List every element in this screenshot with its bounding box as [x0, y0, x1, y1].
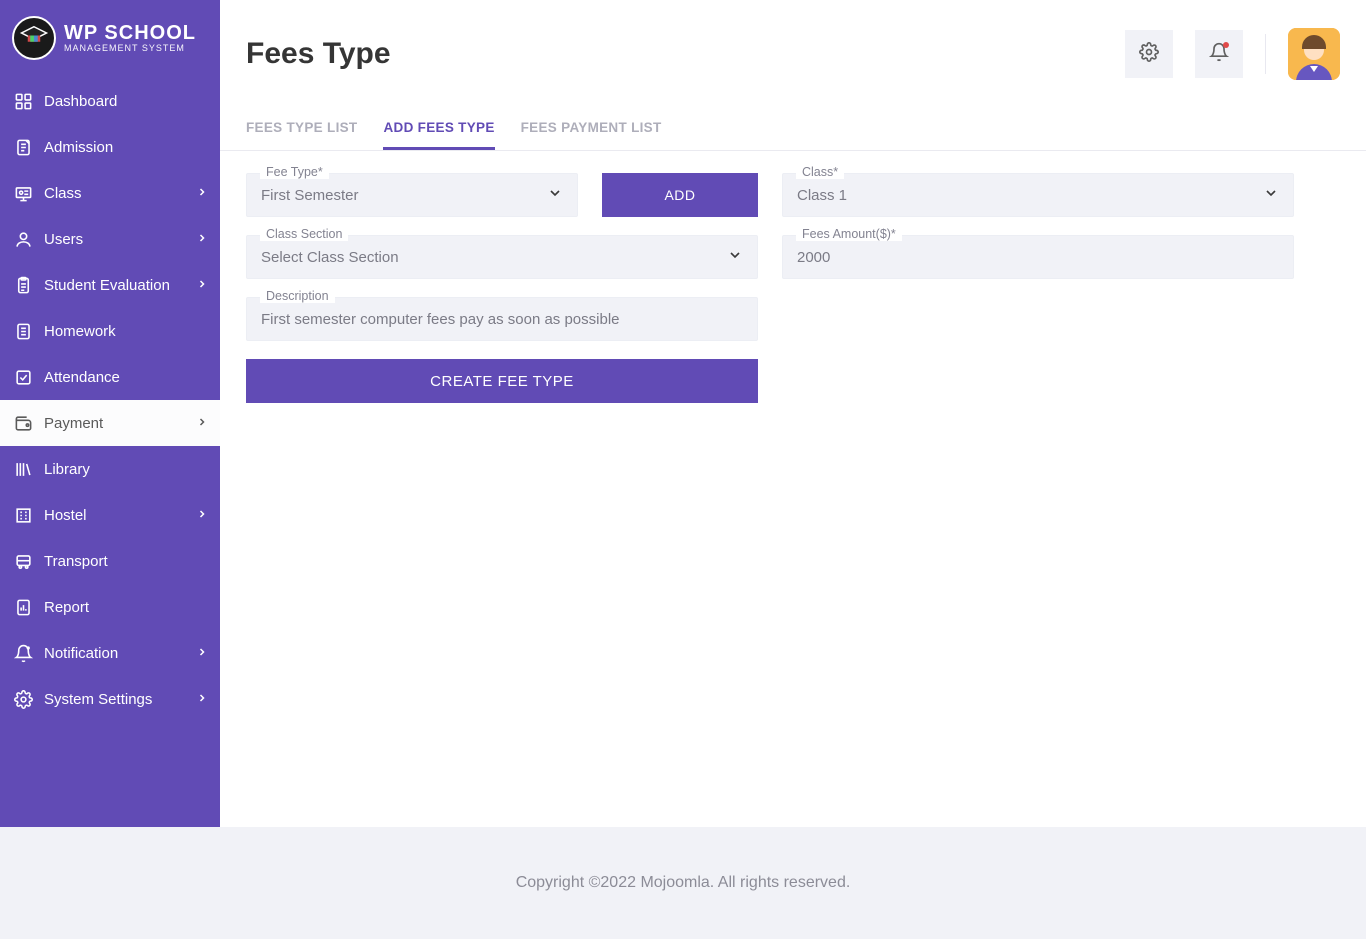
transport-icon	[12, 550, 34, 572]
fee-type-field: Fee Type* First Semester	[246, 173, 578, 217]
tab-fees-type-list[interactable]: FEES TYPE LIST	[246, 110, 357, 150]
sidebar-item-label: Hostel	[44, 507, 196, 524]
class-icon	[12, 182, 34, 204]
sidebar-item-class[interactable]: Class	[0, 170, 220, 216]
chevron-right-icon	[196, 185, 208, 202]
footer-text: Copyright ©2022 Mojoomla. All rights res…	[516, 874, 851, 892]
chevron-down-icon	[547, 185, 563, 206]
fee-type-select[interactable]: First Semester	[246, 173, 578, 217]
sidebar-item-notification[interactable]: Notification	[0, 630, 220, 676]
admission-icon	[12, 136, 34, 158]
description-input[interactable]	[261, 311, 743, 328]
header-divider	[1265, 34, 1266, 74]
sidebar-item-label: Homework	[44, 323, 208, 340]
class-value: Class 1	[797, 187, 1263, 204]
sidebar-item-label: Dashboard	[44, 93, 208, 110]
page-header: Fees Type	[220, 0, 1366, 92]
sidebar-item-label: Transport	[44, 553, 208, 570]
class-field: Class* Class 1	[782, 173, 1294, 217]
sidebar-item-hostel[interactable]: Hostel	[0, 492, 220, 538]
sidebar-item-label: Report	[44, 599, 208, 616]
sidebar-item-label: System Settings	[44, 691, 196, 708]
class-select[interactable]: Class 1	[782, 173, 1294, 217]
sidebar-item-label: Admission	[44, 139, 208, 156]
sidebar-item-report[interactable]: Report	[0, 584, 220, 630]
fee-type-label: Fee Type*	[260, 165, 329, 179]
add-button[interactable]: ADD	[602, 173, 758, 217]
brand-title: WP SCHOOL	[64, 23, 196, 43]
avatar[interactable]	[1288, 28, 1340, 80]
notifications-button[interactable]	[1195, 30, 1243, 78]
settings-button[interactable]	[1125, 30, 1173, 78]
sidebar-item-payment[interactable]: Payment	[0, 400, 220, 446]
brand-logo[interactable]: WP SCHOOL MANAGEMENT SYSTEM	[0, 0, 220, 78]
main-content: Fees Type FEES TYPE LISTADD FEES TYPEFEE…	[220, 0, 1366, 827]
fee-type-value: First Semester	[261, 187, 547, 204]
sidebar-item-system-settings[interactable]: System Settings	[0, 676, 220, 722]
tab-add-fees-type[interactable]: ADD FEES TYPE	[383, 110, 494, 150]
class-section-select[interactable]: Select Class Section	[246, 235, 758, 279]
footer: Copyright ©2022 Mojoomla. All rights res…	[0, 827, 1366, 939]
sidebar-item-attendance[interactable]: Attendance	[0, 354, 220, 400]
attendance-icon	[12, 366, 34, 388]
sidebar-item-transport[interactable]: Transport	[0, 538, 220, 584]
chevron-right-icon	[196, 645, 208, 662]
settings-icon	[12, 688, 34, 710]
chevron-right-icon	[196, 277, 208, 294]
fees-amount-label: Fees Amount($)*	[796, 227, 902, 241]
create-fee-type-button[interactable]: CREATE FEE TYPE	[246, 359, 758, 403]
description-field: Description	[246, 297, 758, 341]
chevron-down-icon	[1263, 185, 1279, 206]
sidebar-item-label: Users	[44, 231, 196, 248]
homework-icon	[12, 320, 34, 342]
chevron-right-icon	[196, 691, 208, 708]
sidebar-item-admission[interactable]: Admission	[0, 124, 220, 170]
tabs-bar: FEES TYPE LIST ADD FEES TYPE FEES PAYMENT …	[220, 92, 1366, 151]
chevron-right-icon	[196, 507, 208, 524]
fee-type-form: Fee Type* First Semester ADD Class* Clas…	[220, 151, 1366, 425]
sidebar-item-dashboard[interactable]: Dashboard	[0, 78, 220, 124]
sidebar-item-label: Notification	[44, 645, 196, 662]
gear-icon	[1139, 42, 1159, 67]
description-label: Description	[260, 289, 335, 303]
hostel-icon	[12, 504, 34, 526]
sidebar-item-homework[interactable]: Homework	[0, 308, 220, 354]
sidebar-item-library[interactable]: Library	[0, 446, 220, 492]
payment-icon	[12, 412, 34, 434]
chevron-right-icon	[196, 231, 208, 248]
class-section-field: Class Section Select Class Section	[246, 235, 758, 279]
fees-amount-input[interactable]	[797, 249, 1279, 266]
fees-amount-field: Fees Amount($)*	[782, 235, 1294, 279]
sidebar-item-label: Student Evaluation	[44, 277, 196, 294]
class-label: Class*	[796, 165, 844, 179]
sidebar-item-label: Class	[44, 185, 196, 202]
page-title: Fees Type	[246, 37, 1103, 71]
evaluation-icon	[12, 274, 34, 296]
chevron-right-icon	[196, 415, 208, 432]
sidebar-item-student-evaluation[interactable]: Student Evaluation	[0, 262, 220, 308]
sidebar: WP SCHOOL MANAGEMENT SYSTEM Dashboard Adm…	[0, 0, 220, 827]
sidebar-item-label: Attendance	[44, 369, 208, 386]
logo-icon	[12, 16, 56, 60]
brand-subtitle: MANAGEMENT SYSTEM	[64, 43, 196, 54]
dashboard-icon	[12, 90, 34, 112]
notification-dot-icon	[1223, 42, 1229, 48]
library-icon	[12, 458, 34, 480]
report-icon	[12, 596, 34, 618]
class-section-label: Class Section	[260, 227, 348, 241]
notification-icon	[12, 642, 34, 664]
chevron-down-icon	[727, 247, 743, 268]
tab-fees-payment-list[interactable]: FEES PAYMENT LIST	[521, 110, 662, 150]
users-icon	[12, 228, 34, 250]
sidebar-item-label: Library	[44, 461, 208, 478]
class-section-value: Select Class Section	[261, 249, 727, 266]
sidebar-item-label: Payment	[44, 415, 196, 432]
sidebar-item-users[interactable]: Users	[0, 216, 220, 262]
